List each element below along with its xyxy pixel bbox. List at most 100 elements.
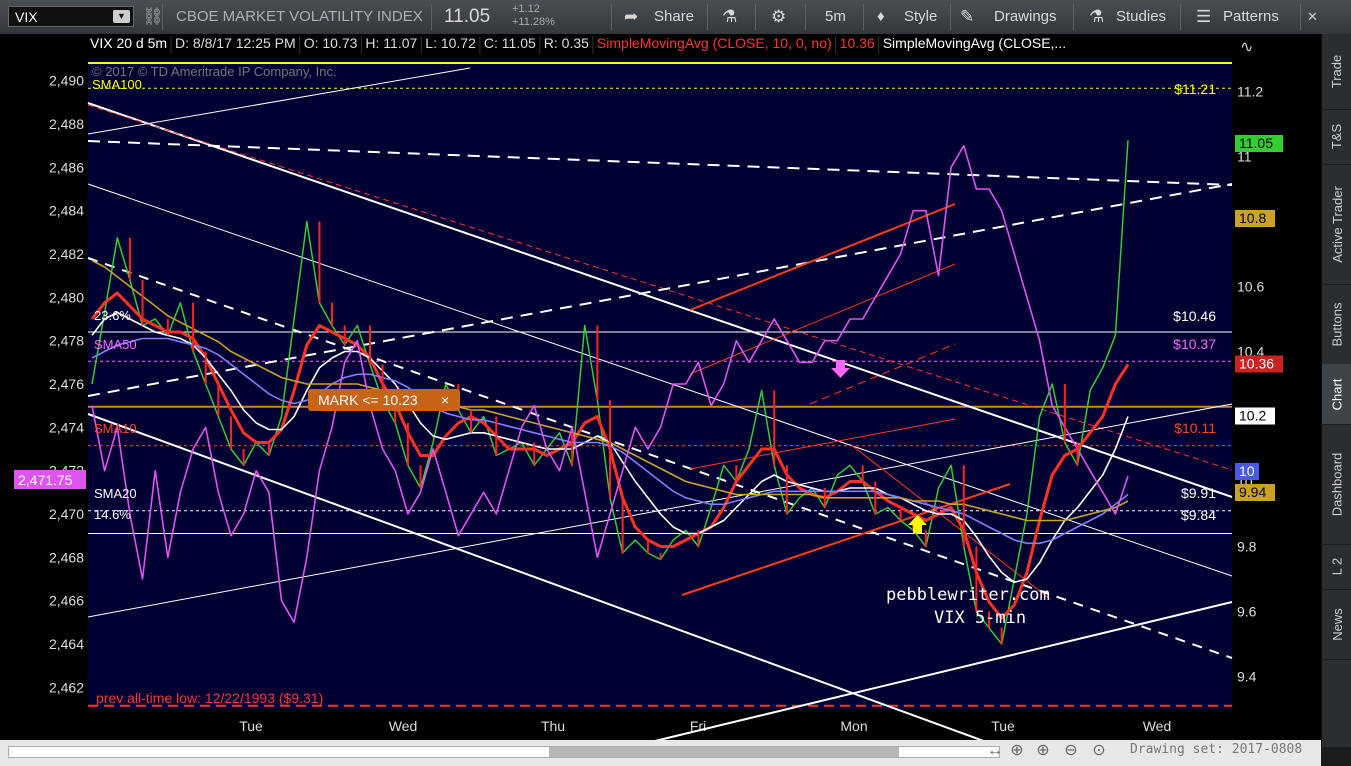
chart-svg[interactable]: VIX 20 d 5m D: 8/8/17 12:25 PM O: 10.73 H: …: [0, 34, 1321, 747]
cursor-badge: 2,471.75: [18, 472, 73, 488]
last-price: 11.05: [444, 6, 491, 27]
price-badge: 10.2: [1239, 408, 1266, 424]
toolbar: VIX ▼ ⛓ CBOE MARKET VOLATILITY INDEX 11.…: [0, 0, 1351, 35]
drawing-set-label: Drawing set: 2017-0808: [1130, 742, 1303, 757]
tab-trade[interactable]: Trade: [1322, 34, 1351, 110]
price-change: +1.12: [512, 3, 540, 15]
level-label-lvl_1011: $10.11: [1174, 420, 1216, 436]
mark-close-icon: ×: [441, 392, 449, 408]
right-axis-tick: 9.4: [1237, 669, 1257, 685]
price-change-pct: +11.28%: [512, 16, 555, 28]
left-axis-tick: 2,488: [49, 116, 84, 132]
bottom-bar: ↔ ⊕ ⊕ ⊖ ⊙ Drawing set: 2017-0808: [0, 740, 1321, 766]
label-sma50: SMA50: [94, 337, 137, 352]
left-axis-tick: 2,480: [49, 289, 84, 305]
header-low: L: 10.72: [425, 35, 476, 51]
level-label-lvl_991: $9.91: [1181, 485, 1216, 501]
header-sma-a-value: 10.36: [840, 35, 875, 51]
x-axis-tick: Tue: [991, 718, 1015, 734]
style-icon: ♦: [877, 8, 885, 25]
price-badge: 11.05: [1239, 135, 1273, 151]
tab-time-and-sales[interactable]: T&S: [1322, 109, 1351, 165]
header-close: C: 11.05: [484, 35, 536, 51]
studies-flask-icon: ⚗: [1089, 7, 1105, 26]
right-axis-tick: 10.6: [1237, 279, 1264, 295]
x-axis-tick: Thu: [541, 718, 565, 734]
gear-icon[interactable]: ⚙: [771, 0, 786, 34]
right-axis-tick: 9.6: [1237, 604, 1257, 620]
header-sma-a: SimpleMovingAvg (CLOSE, 10, 0, no): [597, 35, 832, 51]
price-badge: 9.94: [1239, 484, 1266, 500]
label-sma20: SMA20: [94, 486, 137, 501]
pencil-icon: ✎: [960, 7, 975, 26]
left-axis-tick: 2,474: [49, 419, 84, 435]
tab-buttons[interactable]: Buttons: [1322, 284, 1351, 365]
left-axis-tick: 2,468: [49, 549, 84, 565]
link-icon[interactable]: ⛓: [142, 0, 164, 34]
label-fib146: 14.6%: [94, 507, 131, 522]
studies-menu[interactable]: Studies: [1116, 0, 1166, 34]
chart-panel[interactable]: VIX 20 d 5m D: 8/8/17 12:25 PM O: 10.73 H: …: [0, 34, 1321, 747]
zoom-reset-icon[interactable]: ⊙: [1090, 742, 1108, 760]
patterns-icon: ☰: [1196, 7, 1212, 26]
left-axis-tick: 2,476: [49, 376, 84, 392]
expand-icon[interactable]: ↔: [986, 742, 1004, 760]
left-axis-tick: 2,464: [49, 636, 84, 652]
watermark-title: VIX 5-min: [934, 608, 1026, 628]
symbol-dropdown-icon[interactable]: ▼: [113, 10, 130, 23]
label-sma10: SMA10: [94, 421, 137, 436]
price-badge: 10.36: [1239, 356, 1274, 372]
style-menu[interactable]: Style: [904, 0, 937, 34]
level-label-lvl_984: $9.84: [1181, 507, 1216, 523]
left-axis-tick: 2,478: [49, 333, 84, 349]
tab-level2[interactable]: L 2: [1322, 544, 1351, 590]
x-axis-tick: Tue: [239, 718, 263, 734]
header-sma-b: SimpleMovingAvg (CLOSE,...: [883, 35, 1066, 51]
chart-scrollbar[interactable]: [8, 746, 1000, 758]
mark-label: MARK <= 10.23: [318, 392, 418, 408]
watermark-site: pebblewriter.com: [886, 585, 1050, 605]
label-sma100: SMA100: [92, 77, 142, 92]
x-axis-tick: Wed: [389, 718, 418, 734]
right-axis-tick: 11.2: [1237, 84, 1263, 100]
tab-chart[interactable]: Chart: [1322, 364, 1351, 425]
symbol-input[interactable]: VIX ▼: [8, 6, 134, 27]
drawings-menu[interactable]: Drawings: [994, 0, 1057, 34]
header-date: D: 8/8/17 12:25 PM: [175, 35, 296, 51]
price-badge: 10.8: [1239, 210, 1266, 226]
x-axis-tick: Wed: [1143, 718, 1172, 734]
left-axis-tick: 2,466: [49, 593, 84, 609]
level-label-lvl_1046: $10.46: [1173, 308, 1216, 324]
left-axis-tick: 2,486: [49, 159, 84, 175]
tab-news[interactable]: News: [1322, 589, 1351, 660]
left-axis-tick: 2,462: [49, 679, 84, 695]
zoom-in-icon[interactable]: ⊕: [1034, 742, 1052, 760]
plot-area: [88, 59, 1232, 709]
chart-sparkline-icon: ∿: [1240, 39, 1253, 56]
flask-icon[interactable]: ⚗: [722, 0, 737, 34]
right-sidebar: Trade T&S Active Trader Buttons Chart Da…: [1321, 34, 1351, 747]
company-name: CBOE MARKET VOLATILITY INDEX: [176, 8, 423, 25]
zoom-out-icon[interactable]: ⊖: [1062, 742, 1080, 760]
right-axis-tick: 9.8: [1237, 539, 1257, 555]
header-open: O: 10.73: [304, 35, 358, 51]
share-icon: ➦: [624, 7, 639, 26]
tab-active-trader[interactable]: Active Trader: [1322, 164, 1351, 285]
x-axis-tick: Mon: [840, 718, 867, 734]
crosshair-icon[interactable]: ⊕: [1008, 742, 1026, 760]
label-fib236: 23.6%: [94, 308, 131, 323]
left-axis-tick: 2,470: [49, 506, 84, 522]
patterns-menu[interactable]: Patterns: [1223, 0, 1279, 34]
level-label-lvl_1121: $11.21: [1174, 81, 1216, 97]
timeframe-selector[interactable]: 5m: [825, 0, 846, 34]
scrollbar-thumb[interactable]: [549, 747, 899, 757]
price-badge: 10: [1239, 463, 1255, 479]
header-description: VIX 20 d 5m: [90, 35, 167, 51]
left-axis-tick: 2,482: [49, 246, 84, 262]
header-high: H: 11.07: [365, 35, 417, 51]
prev-low-label: prev all-time low: 12/22/1993 ($9.31): [96, 690, 323, 706]
symbol-text: VIX: [15, 9, 38, 25]
close-icon[interactable]: ✕: [1307, 0, 1318, 34]
tab-dashboard[interactable]: Dashboard: [1322, 424, 1351, 545]
share-button[interactable]: Share: [654, 0, 694, 34]
